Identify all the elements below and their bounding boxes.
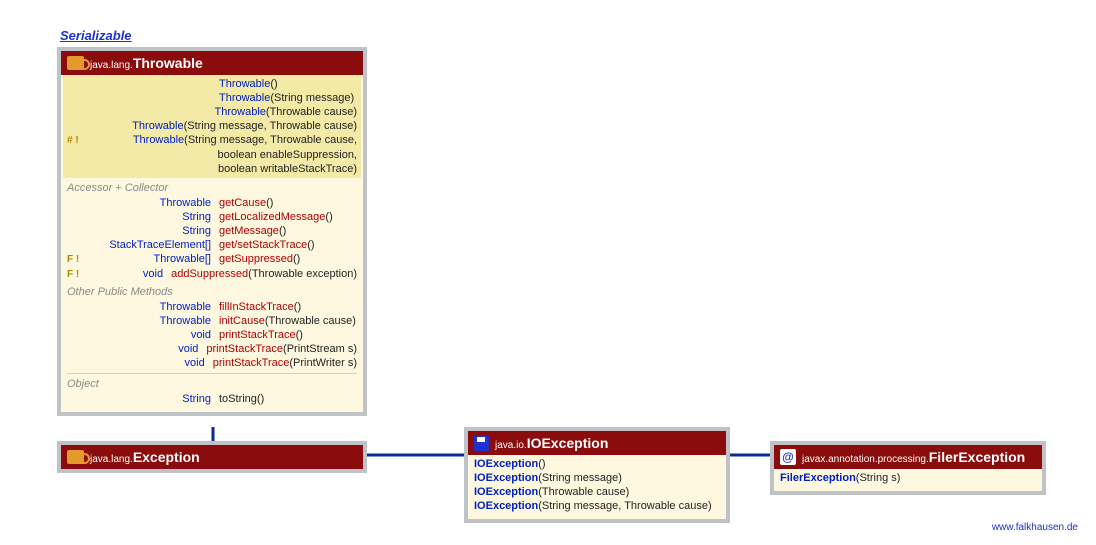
member-row: IOException (String message, Throwable c… (474, 499, 720, 513)
class-header: java.lang.Exception (61, 445, 363, 469)
object-section: StringtoString () (67, 392, 357, 406)
member-row: Throwable (String message) (67, 91, 357, 105)
class-box-throwable: java.lang.Throwable Throwable ()Throwabl… (57, 47, 367, 416)
class-header: @ javax.annotation.processing.FilerExcep… (774, 445, 1042, 469)
member-row: boolean writableStackTrace) (67, 162, 357, 176)
class-box-filerexception: @ javax.annotation.processing.FilerExcep… (770, 441, 1046, 495)
member-row: Throwable (String message, Throwable cau… (67, 119, 357, 133)
class-header: java.io.IOException (468, 431, 726, 455)
constructor-section: IOException ()IOException (String messag… (468, 455, 726, 519)
member-row: IOException (String message) (474, 471, 720, 485)
credit-link[interactable]: www.falkhausen.de (992, 522, 1078, 533)
member-row: StringtoString () (67, 392, 357, 406)
member-row: FilerException (String s) (780, 471, 1036, 485)
section-public: Other Public Methods (67, 286, 357, 298)
member-row: StringgetLocalizedMessage () (67, 210, 357, 224)
member-row: F !Throwable[]getSuppressed () (67, 252, 357, 267)
member-row: ThrowableinitCause (Throwable cause) (67, 314, 357, 328)
public-section: ThrowablefillInStackTrace ()Throwableini… (67, 300, 357, 370)
accessor-section: ThrowablegetCause ()StringgetLocalizedMe… (67, 196, 357, 282)
class-name: Exception (133, 449, 200, 465)
class-box-ioexception: java.io.IOException IOException ()IOExce… (464, 427, 730, 523)
package-label: java.lang. (90, 454, 133, 465)
package-label: java.io. (495, 440, 527, 451)
class-name: Throwable (133, 55, 203, 71)
class-name: FilerException (929, 449, 1025, 465)
member-row: Throwable () (67, 77, 357, 91)
member-row: IOException () (474, 457, 720, 471)
member-row: # !Throwable (String message, Throwable … (67, 133, 357, 148)
member-row: ThrowablefillInStackTrace () (67, 300, 357, 314)
member-row: ThrowablegetCause () (67, 196, 357, 210)
member-row: boolean enableSuppression, (67, 148, 357, 162)
class-icon (67, 450, 84, 464)
constructor-section: Throwable ()Throwable (String message)Th… (63, 75, 361, 178)
package-label: javax.annotation.processing. (802, 454, 929, 465)
class-header: java.lang.Throwable (61, 51, 363, 75)
class-icon (67, 56, 84, 70)
section-object: Object (67, 378, 357, 390)
member-row: IOException (Throwable cause) (474, 485, 720, 499)
member-row: F !voidaddSuppressed (Throwable exceptio… (67, 267, 357, 282)
class-box-exception: java.lang.Exception (57, 441, 367, 473)
member-row: StackTraceElement[]get/setStackTrace () (67, 238, 357, 252)
class-name: IOException (527, 435, 609, 451)
class-icon (474, 436, 489, 451)
constructor-section: FilerException (String s) (774, 469, 1042, 491)
member-row: Throwable (Throwable cause) (67, 105, 357, 119)
section-accessor: Accessor + Collector (67, 182, 357, 194)
member-row: voidprintStackTrace () (67, 328, 357, 342)
member-row: StringgetMessage () (67, 224, 357, 238)
member-row: voidprintStackTrace (PrintStream s) (67, 342, 357, 356)
class-icon: @ (780, 449, 796, 465)
member-row: voidprintStackTrace (PrintWriter s) (67, 356, 357, 370)
serializable-label: Serializable (60, 28, 132, 43)
package-label: java.lang. (90, 60, 133, 71)
